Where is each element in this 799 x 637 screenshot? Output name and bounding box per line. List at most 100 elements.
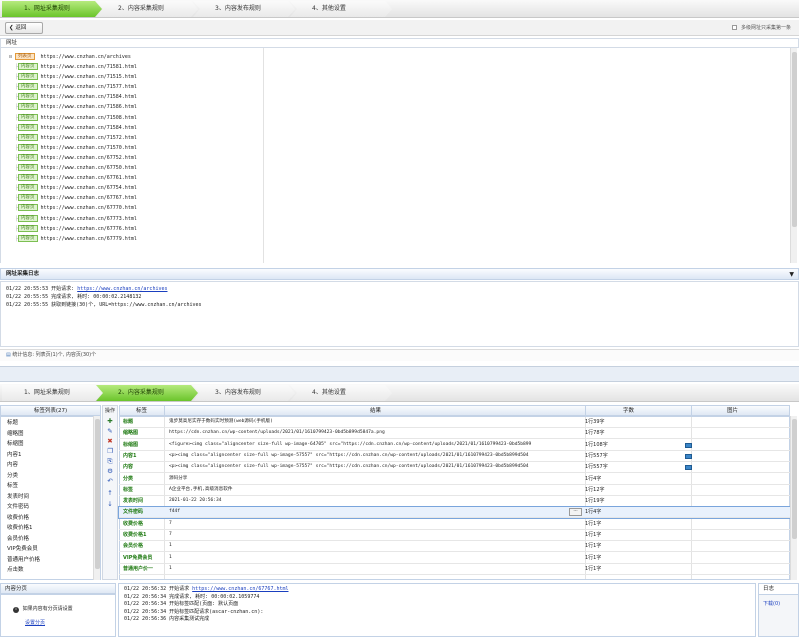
url-row[interactable]: ├ 内容页 https://www.cnzhan.cn/67776.html	[15, 224, 137, 234]
label-item[interactable]: 收费价格	[7, 514, 29, 523]
image-icon[interactable]	[685, 442, 692, 448]
log-link[interactable]: https://www.cnzhan.cn/67767.html	[192, 586, 288, 592]
multi-level-option[interactable]: 多级网址只采集第一条	[732, 24, 791, 31]
grid-row[interactable]: 标签 A企业平台,手机,高级消息软件 1行12字	[119, 485, 790, 496]
url-row[interactable]: ├ 内容页 https://www.cnzhan.cn/67754.html	[15, 183, 137, 193]
step-other-settings[interactable]: 4、其他设置	[290, 385, 392, 401]
url-row[interactable]: ├ 内容页 https://www.cnzhan.cn/67761.html	[15, 173, 137, 183]
tree-root[interactable]: ⊟ 列表页 https://www.cnzhan.cn/archives	[9, 52, 131, 62]
label-item[interactable]: 点击数	[7, 566, 24, 575]
url-row[interactable]: ├ 内容页 https://www.cnzhan.cn/71515.html	[15, 72, 137, 82]
pagination-panel: i 如果内容有分页请设置 设置分页	[0, 594, 116, 637]
move-down-icon[interactable]: ↓	[105, 500, 115, 509]
grid-row[interactable]: 缩略图 https://cdn.cnzhan.cn/wp-content/uplo…	[119, 428, 790, 440]
delete-icon[interactable]: ✖	[105, 437, 115, 446]
url-row[interactable]: ├ 内容页 https://www.cnzhan.cn/67770.html	[15, 203, 137, 213]
label-list-header: 标签列表(27)	[0, 405, 101, 416]
step-publish-rules[interactable]: 3、内容发布规则	[193, 1, 295, 17]
grid-scrollbar[interactable]	[790, 416, 797, 580]
url-text: https://www.cnzhan.cn/67761.html	[40, 175, 137, 182]
label-item[interactable]: 收费价格1	[7, 524, 33, 533]
paste-icon[interactable]: ⎘	[105, 457, 115, 466]
back-button[interactable]: ❮ 返回	[5, 22, 43, 34]
log-line: 01/22 20:55:55 完成请求, 耗时: 00:00:02.214813…	[6, 294, 142, 300]
row-label: 发表时间	[123, 498, 144, 505]
url-row[interactable]: ├ 内容页 https://www.cnzhan.cn/71586.html	[15, 102, 137, 112]
settings-icon[interactable]: ⚙	[105, 467, 115, 476]
url-row[interactable]: ├ 内容页 https://www.cnzhan.cn/67752.html	[15, 153, 137, 163]
undo-icon[interactable]: ↶	[105, 477, 115, 486]
label-item[interactable]: 普通用户价格	[7, 556, 40, 565]
image-icon[interactable]	[685, 453, 692, 459]
label-item[interactable]: 缩略图	[7, 430, 24, 439]
copy-icon[interactable]: ❐	[105, 447, 115, 456]
more-button[interactable]: ···	[569, 508, 582, 517]
label-item[interactable]: 标缩图	[7, 440, 24, 449]
add-icon[interactable]: ✚	[105, 417, 115, 426]
grid-row[interactable]: 文件密码 f44f 1行4字 ···	[118, 506, 791, 520]
label-item[interactable]: 文件密码	[7, 503, 29, 512]
image-icon[interactable]	[685, 465, 692, 471]
label-list-scrollbar[interactable]	[93, 416, 100, 580]
url-text: https://www.cnzhan.cn/71572.html	[40, 134, 137, 141]
window-separator	[0, 366, 799, 382]
grid-row[interactable]: 会员价格 1 1行1字	[119, 541, 790, 553]
url-row[interactable]: ├ 内容页 https://www.cnzhan.cn/71572.html	[15, 133, 137, 143]
label-item[interactable]: 会员价格	[7, 535, 29, 544]
grid-row[interactable]: 内容1 <p><img class="aligncenter size-full …	[119, 451, 790, 462]
content-page-tag: 内容页	[18, 214, 38, 222]
collapse-icon[interactable]: ▼	[789, 269, 794, 280]
url-row[interactable]: ├ 内容页 https://www.cnzhan.cn/71570.html	[15, 143, 137, 153]
grid-row[interactable]: 标缩图 <figure><img class="aligncenter size-…	[119, 440, 790, 451]
url-row[interactable]: ├ 内容页 https://www.cnzhan.cn/71577.html	[15, 82, 137, 92]
label-item[interactable]: VIP免费会员	[7, 545, 38, 554]
move-up-icon[interactable]: ↑	[105, 489, 115, 498]
content-page-tag: 内容页	[18, 133, 38, 141]
row-label: 会员价格	[123, 543, 144, 550]
url-row[interactable]: ├ 内容页 https://www.cnzhan.cn/67767.html	[15, 193, 137, 203]
url-row[interactable]: ├ 内容页 https://www.cnzhan.cn/71584.html	[15, 123, 137, 133]
label-item[interactable]: 标签	[7, 482, 18, 491]
row-label: 内容1	[123, 452, 137, 459]
grid-row[interactable]: 分类 源码分享 1行4字	[119, 474, 790, 485]
label-item[interactable]: 内容	[7, 461, 18, 470]
row-label: 标题	[123, 419, 134, 425]
url-row[interactable]: ├ 内容页 https://www.cnzhan.cn/71508.html	[15, 113, 137, 123]
url-row[interactable]: ├ 内容页 https://www.cnzhan.cn/67779.html	[15, 234, 137, 244]
info-icon: i	[13, 607, 19, 613]
edit-icon[interactable]: ✎	[105, 427, 115, 436]
grid-row[interactable]: 普通用户价一 1 1行1字	[119, 564, 790, 575]
url-row[interactable]: ├ 内容页 https://www.cnzhan.cn/71581.html	[15, 62, 137, 72]
label-item[interactable]: 分类	[7, 472, 18, 481]
url-row[interactable]: ├ 内容页 https://www.cnzhan.cn/67750.html	[15, 163, 137, 173]
row-chars: 1行39字	[585, 419, 605, 425]
step-publish-rules[interactable]: 3、内容发布规则	[193, 385, 295, 401]
url-row[interactable]: ├ 内容页 https://www.cnzhan.cn/71584.html	[15, 92, 137, 102]
grid-row[interactable]: 收费价格 7 1行1字	[119, 519, 790, 530]
url-row[interactable]: ├ 内容页 https://www.cnzhan.cn/67773.html	[15, 214, 137, 224]
label-item[interactable]: 发表时间	[7, 493, 29, 502]
row-label: 收费价格1	[123, 532, 147, 538]
label-item[interactable]: 标题	[7, 419, 18, 428]
step-other-settings[interactable]: 4、其他设置	[290, 1, 392, 17]
url-tree-scrollbar[interactable]	[790, 48, 797, 263]
step-content-rules[interactable]: 2、内容采集规则	[96, 1, 198, 17]
top-wizard: 1、网址采集规则 2、内容采集规则 3、内容发布规则 4、其他设置	[0, 0, 799, 18]
grid-row[interactable]: 发表时间 2021-01-22 20:56:34 1行19字	[119, 496, 790, 508]
grid-row[interactable]: VIP免费会员 1 1行1字	[119, 553, 790, 564]
tab-download[interactable]: 下载(0)	[763, 600, 780, 607]
step-url-rules[interactable]: 1、网址采集规则	[2, 385, 102, 401]
arrow-left-icon: ❮	[9, 25, 14, 31]
step-content-rules[interactable]: 2、内容采集规则	[96, 385, 198, 401]
set-pagination-link[interactable]: 设置分页	[25, 619, 45, 626]
grid-row[interactable]: 内容 <p><img class="aligncenter size-full w…	[119, 462, 790, 474]
grid-row[interactable]: 标题 鬼步莫高尼实存于数码实时预测(web源码(手机版) 1行39字	[119, 417, 790, 428]
row-chars: 1行19字	[585, 498, 605, 505]
step-url-rules[interactable]: 1、网址采集规则	[2, 1, 102, 17]
grid-row[interactable]: 收费价格1 7 1行1字	[119, 530, 790, 541]
checkbox[interactable]	[732, 25, 738, 30]
tab-log[interactable]: 日志	[759, 584, 798, 595]
label-item[interactable]: 内容1	[7, 451, 22, 460]
log-link[interactable]: https://www.cnzhan.cn/archives	[77, 286, 167, 292]
minus-icon[interactable]: ⊟	[9, 54, 12, 60]
